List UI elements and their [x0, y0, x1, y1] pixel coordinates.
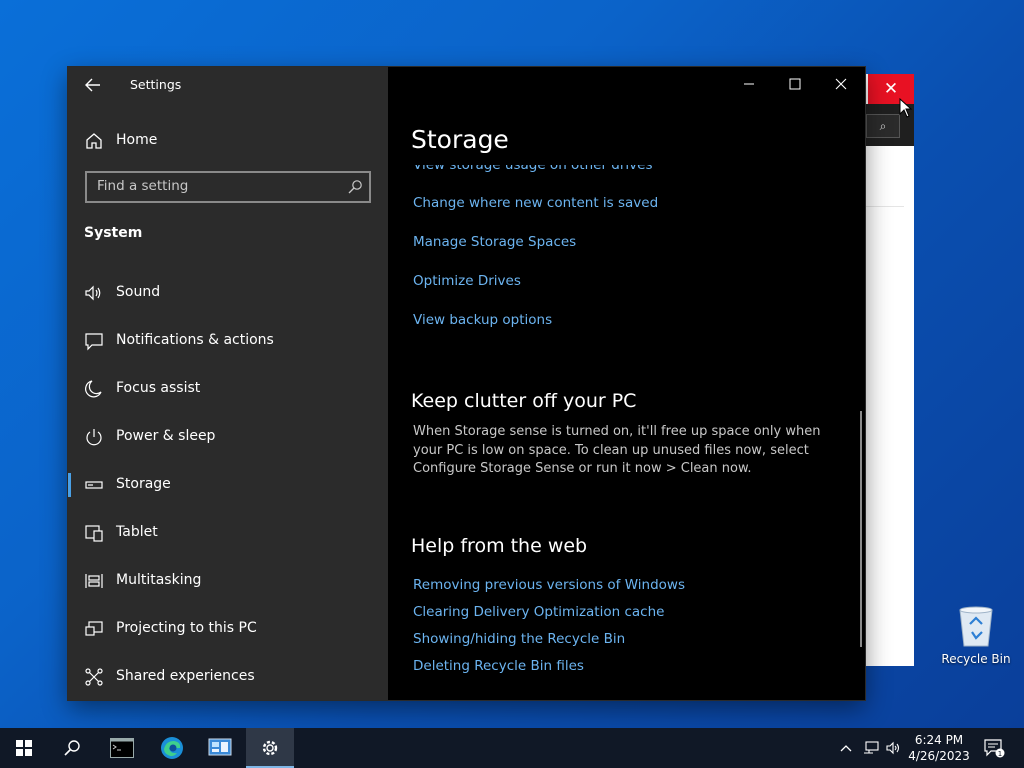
notification-icon: [85, 333, 103, 351]
network-status-button[interactable]: [860, 728, 882, 768]
tablet-icon: [85, 525, 103, 542]
minimize-icon: [744, 83, 754, 85]
back-button[interactable]: [82, 75, 104, 95]
help-link-clear-delivery-cache[interactable]: Clearing Delivery Optimization cache: [413, 604, 664, 620]
active-indicator: [68, 473, 71, 497]
notification-count-badge: 1: [998, 750, 1002, 758]
sidebar-item-shared-experiences[interactable]: Shared experiences: [68, 657, 388, 697]
notification-icon: 1: [984, 739, 1005, 758]
close-icon: [835, 78, 847, 90]
sidebar-item-label: Shared experiences: [116, 668, 255, 684]
link-view-backup-options[interactable]: View backup options: [413, 312, 552, 328]
link-change-new-content-location[interactable]: Change where new content is saved: [413, 195, 658, 211]
power-icon: [86, 429, 102, 446]
sidebar-item-label: Tablet: [116, 524, 158, 540]
sidebar-item-label: Projecting to this PC: [116, 620, 257, 636]
taskbar-terminal-app[interactable]: [98, 728, 146, 768]
background-window-search-icon[interactable]: ⌕: [866, 114, 900, 138]
help-link-show-hide-recycle-bin[interactable]: Showing/hiding the Recycle Bin: [413, 631, 625, 647]
section-title-system: System: [84, 225, 143, 241]
home-icon: [86, 133, 102, 149]
recycle-bin-label: Recycle Bin: [941, 652, 1011, 666]
sidebar: Settings Home Find a setting System Soun…: [68, 67, 388, 700]
clock-time: 6:24 PM: [914, 733, 964, 747]
sidebar-item-label: Multitasking: [116, 572, 202, 588]
maximize-button[interactable]: [772, 67, 818, 101]
taskbar: 6:24 PM 4/26/2023 1: [0, 728, 1024, 768]
search-placeholder: Find a setting: [97, 178, 189, 194]
windows-logo-icon: [16, 740, 32, 756]
home-nav-item[interactable]: Home: [68, 125, 388, 157]
moon-icon: [85, 380, 102, 398]
link-optimize-drives[interactable]: Optimize Drives: [413, 273, 521, 289]
chevron-up-icon: [840, 745, 852, 752]
clutter-description: When Storage sense is turned on, it'll f…: [413, 424, 821, 476]
background-window: ✕ ⌕: [862, 74, 914, 666]
gear-icon: [262, 740, 278, 756]
sidebar-item-label: Sound: [116, 284, 161, 300]
recycle-bin-desktop-icon[interactable]: Recycle Bin: [938, 600, 1014, 672]
taskbar-edge-app[interactable]: [148, 728, 196, 768]
divider: [862, 206, 904, 207]
sidebar-item-power-sleep[interactable]: Power & sleep: [68, 417, 388, 457]
maximize-icon: [789, 78, 801, 90]
main-content: Storage View storage usage on other driv…: [388, 67, 865, 700]
close-button[interactable]: [818, 67, 864, 101]
page-title: Storage: [411, 125, 509, 154]
network-icon: [864, 741, 879, 754]
clock[interactable]: 6:24 PM 4/26/2023: [904, 732, 974, 764]
sidebar-item-label: Notifications & actions: [116, 332, 274, 348]
sidebar-item-notifications[interactable]: Notifications & actions: [68, 321, 388, 361]
sidebar-item-projecting[interactable]: Projecting to this PC: [68, 609, 388, 649]
sidebar-item-sound[interactable]: Sound: [68, 273, 388, 313]
sidebar-item-label: Power & sleep: [116, 428, 216, 444]
taskbar-control-panel-app[interactable]: [196, 728, 244, 768]
mouse-cursor-icon: [899, 98, 913, 118]
control-panel-icon: [208, 738, 232, 756]
recycle-bin-icon: [959, 606, 993, 647]
projecting-icon: [85, 621, 103, 636]
minimize-button[interactable]: [726, 67, 772, 101]
clutter-heading: Keep clutter off your PC: [411, 390, 637, 412]
start-button[interactable]: [0, 728, 48, 768]
sidebar-item-multitasking[interactable]: Multitasking: [68, 561, 388, 601]
speaker-icon: [85, 285, 101, 301]
sidebar-item-storage[interactable]: Storage: [68, 465, 388, 505]
volume-button[interactable]: [884, 728, 904, 768]
action-center-button[interactable]: 1: [978, 728, 1012, 768]
taskbar-settings-app[interactable]: [246, 728, 294, 768]
help-heading: Help from the web: [411, 535, 588, 557]
window-title: Settings: [130, 77, 182, 92]
settings-window: Settings Home Find a setting System Soun…: [68, 67, 865, 700]
sidebar-item-label: Storage: [116, 476, 171, 492]
clock-date: 4/26/2023: [908, 749, 970, 763]
multitasking-icon: [85, 574, 103, 588]
find-setting-search-input[interactable]: Find a setting: [85, 171, 371, 203]
sidebar-item-focus-assist[interactable]: Focus assist: [68, 369, 388, 409]
volume-icon: [886, 741, 900, 755]
edge-browser-icon: [161, 737, 183, 759]
sidebar-item-label: Focus assist: [116, 380, 201, 396]
shared-experiences-icon: [85, 668, 103, 686]
search-icon: [348, 180, 362, 194]
home-label: Home: [116, 132, 158, 148]
search-icon: [64, 740, 80, 756]
help-link-remove-previous-windows[interactable]: Removing previous versions of Windows: [413, 577, 685, 593]
scrollbar[interactable]: [860, 411, 862, 647]
link-manage-storage-spaces[interactable]: Manage Storage Spaces: [413, 234, 576, 250]
back-arrow-icon: [85, 78, 100, 92]
help-link-delete-recycle-bin-files[interactable]: Deleting Recycle Bin files: [413, 658, 584, 674]
command-prompt-icon: [110, 738, 134, 758]
show-hidden-icons-button[interactable]: [836, 728, 856, 768]
storage-icon: [85, 481, 103, 489]
sidebar-item-tablet[interactable]: Tablet: [68, 513, 388, 553]
taskbar-search-button[interactable]: [48, 728, 96, 768]
link-view-storage-other-drives[interactable]: View storage usage on other drives: [413, 165, 653, 173]
